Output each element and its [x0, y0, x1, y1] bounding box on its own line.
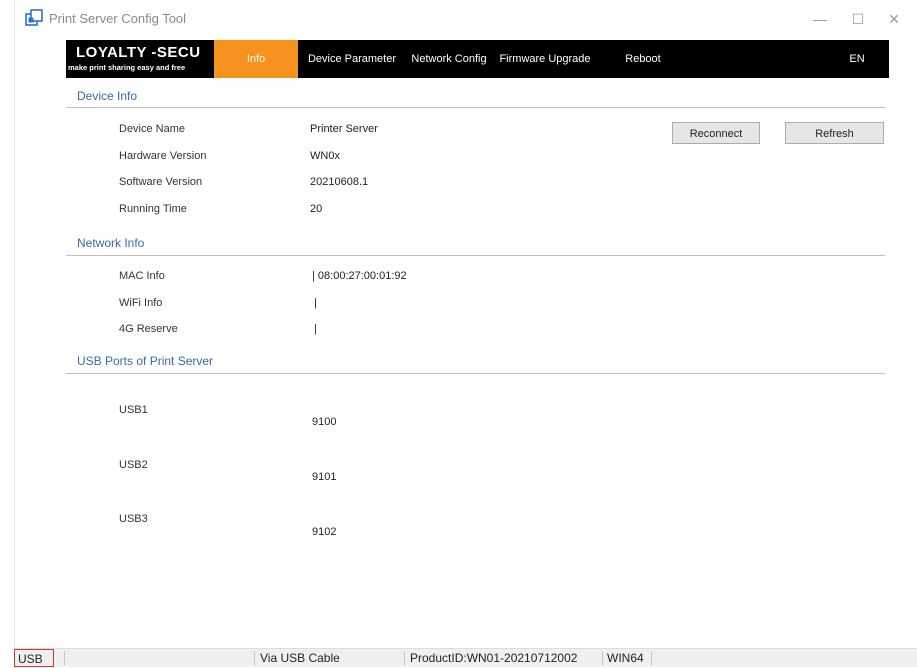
tab-firmware-upgrade[interactable]: Firmware Upgrade: [496, 40, 594, 78]
mac-info-value: | 08:00:27:00:01:92: [312, 270, 407, 282]
wifi-info-value: |: [314, 297, 317, 309]
usb3-port-value: 9102: [312, 526, 337, 538]
section-title-device-info: Device Info: [77, 89, 138, 103]
divider: [66, 107, 885, 108]
status-bar: USB Via USB Cable ProductID:WN01-2021071…: [14, 648, 917, 667]
nav-bar: LOYALTY -SECU make print sharing easy an…: [66, 40, 889, 78]
usb1-label: USB1: [119, 404, 148, 416]
logo-main-text: LOYALTY -SECU: [76, 44, 201, 61]
maximize-button[interactable]: ☐: [841, 8, 875, 30]
software-version-value: 20210608.1: [310, 176, 369, 188]
status-separator: [404, 651, 405, 665]
divider: [66, 373, 885, 374]
language-selector[interactable]: EN: [842, 40, 872, 78]
software-version-label: Software Version: [119, 176, 203, 188]
usb1-port-value: 9100: [312, 416, 337, 428]
title-bar: Print Server Config Tool — ☐ ✕: [15, 0, 917, 36]
logo-tagline: make print sharing easy and free: [68, 63, 186, 72]
status-separator: [602, 651, 603, 665]
device-name-label: Device Name: [119, 123, 186, 135]
tab-reboot[interactable]: Reboot: [614, 40, 672, 78]
divider: [66, 255, 885, 256]
product-id-status: ProductID:WN01-20210712002: [410, 651, 578, 665]
device-name-value: Printer Server: [310, 123, 378, 135]
usb3-label: USB3: [119, 513, 148, 525]
window-title: Print Server Config Tool: [49, 11, 187, 26]
tab-device-parameter[interactable]: Device Parameter: [304, 40, 400, 78]
status-separator: [651, 651, 652, 665]
wifi-info-label: WiFi Info: [119, 297, 163, 309]
app-icon: [25, 9, 43, 26]
refresh-button[interactable]: Refresh: [785, 122, 884, 144]
reconnect-button[interactable]: Reconnect: [672, 122, 760, 144]
section-title-usb-ports: USB Ports of Print Server: [77, 354, 214, 368]
4g-reserve-label: 4G Reserve: [119, 323, 178, 335]
connection-mode-status: Via USB Cable: [260, 651, 340, 665]
close-button[interactable]: ✕: [877, 8, 911, 30]
usb2-label: USB2: [119, 459, 148, 471]
platform-status: WIN64: [607, 651, 644, 665]
minimize-button[interactable]: —: [803, 8, 837, 30]
hardware-version-label: Hardware Version: [119, 150, 207, 162]
usb2-port-value: 9101: [312, 471, 337, 483]
hardware-version-value: WN0x: [310, 150, 340, 162]
window-left-edge: [0, 0, 15, 666]
status-separator: [64, 651, 65, 665]
connection-type-status: USB: [14, 649, 54, 667]
tab-network-config[interactable]: Network Config: [406, 40, 492, 78]
running-time-value: 20: [310, 203, 323, 215]
4g-reserve-value: |: [314, 323, 317, 335]
status-separator: [254, 651, 255, 665]
logo: LOYALTY -SECU make print sharing easy an…: [66, 40, 214, 78]
tab-info[interactable]: Info: [214, 40, 298, 78]
mac-info-label: MAC Info: [119, 270, 165, 282]
section-title-network-info: Network Info: [77, 236, 145, 250]
running-time-label: Running Time: [119, 203, 187, 215]
